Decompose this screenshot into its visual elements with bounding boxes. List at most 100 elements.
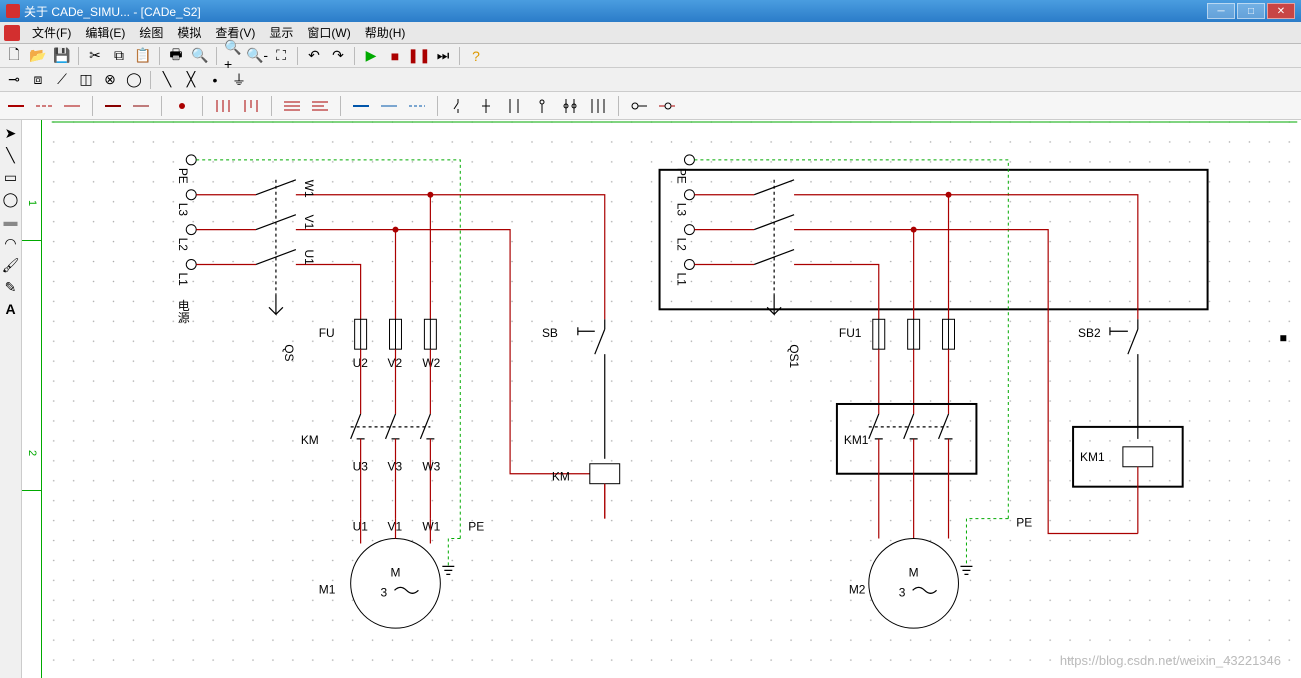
toolbar-symbols xyxy=(0,92,1301,120)
sym-line-dark-icon[interactable] xyxy=(101,95,125,117)
sym-contact4-icon[interactable] xyxy=(530,95,554,117)
title-bar: 关于 CADe_SIMU... - [CADe_S2] ─ □ ✕ xyxy=(0,0,1301,22)
comp-lamp-icon[interactable]: ⊗ xyxy=(100,70,120,90)
comp-ground-icon[interactable]: ⏚ xyxy=(229,70,249,90)
line-tool[interactable]: ╲ xyxy=(2,146,20,164)
sym-contact2-icon[interactable] xyxy=(474,95,498,117)
menu-sim[interactable]: 模拟 xyxy=(171,22,207,43)
sym-hlines1-icon[interactable] xyxy=(280,95,304,117)
menu-file[interactable]: 文件(F) xyxy=(26,22,77,43)
window-title: 关于 CADe_SIMU... - [CADe_S2] xyxy=(24,3,1207,20)
run-button[interactable]: ▶ xyxy=(361,46,381,66)
svg-text:KM1: KM1 xyxy=(844,433,869,447)
sym-line-red3-icon[interactable] xyxy=(60,95,84,117)
sym-contact1-icon[interactable] xyxy=(446,95,470,117)
preview-button[interactable]: 🔍 xyxy=(190,46,210,66)
svg-text:KM: KM xyxy=(301,433,319,447)
save-button[interactable]: 💾 xyxy=(52,46,72,66)
svg-text:QS: QS xyxy=(282,344,296,361)
svg-text:M2: M2 xyxy=(849,582,866,596)
sym-term1-icon[interactable] xyxy=(627,95,651,117)
svg-text:FU1: FU1 xyxy=(839,326,862,340)
text-tool[interactable]: A xyxy=(2,300,20,318)
step-button[interactable]: ⏭ xyxy=(433,46,453,66)
sym-line-red2-icon[interactable] xyxy=(32,95,56,117)
sym-contact6-icon[interactable] xyxy=(586,95,610,117)
selection-handle[interactable] xyxy=(1280,335,1286,341)
minimize-button[interactable]: ─ xyxy=(1207,3,1235,19)
svg-text:W1: W1 xyxy=(422,520,440,534)
undo-button[interactable]: ↶ xyxy=(304,46,324,66)
svg-text:PE: PE xyxy=(468,520,484,534)
cut-button[interactable]: ✂ xyxy=(85,46,105,66)
open-button[interactable]: 📂 xyxy=(28,46,48,66)
sym-hlines2-icon[interactable] xyxy=(308,95,332,117)
comp-wire2-icon[interactable]: ╳ xyxy=(181,70,201,90)
circle-tool[interactable]: ◯ xyxy=(2,190,20,208)
svg-text:KM: KM xyxy=(552,470,570,484)
redo-button[interactable]: ↷ xyxy=(328,46,348,66)
menu-display[interactable]: 显示 xyxy=(263,22,299,43)
sym-line-red-icon[interactable] xyxy=(4,95,28,117)
sym-contact3-icon[interactable] xyxy=(502,95,526,117)
svg-text:PE: PE xyxy=(1016,516,1032,530)
svg-text:SB: SB xyxy=(542,326,558,340)
sym-term2-icon[interactable] xyxy=(655,95,679,117)
svg-text:3: 3 xyxy=(381,585,388,599)
zoom-fit-button[interactable]: ⛶ xyxy=(271,46,291,66)
paint-tool[interactable]: 🖌 xyxy=(2,256,20,274)
svg-text:PE: PE xyxy=(176,168,190,184)
svg-text:电源: 电源 xyxy=(176,299,190,324)
comp-supply-icon[interactable]: ⊸ xyxy=(4,70,24,90)
help-button[interactable]: ? xyxy=(466,46,486,66)
menu-window[interactable]: 窗口(W) xyxy=(301,22,356,43)
new-button[interactable]: 🗋 xyxy=(4,46,24,66)
close-button[interactable]: ✕ xyxy=(1267,3,1295,19)
sym-contact5-icon[interactable] xyxy=(558,95,582,117)
menu-bar: 文件(F) 编辑(E) 绘图 模拟 查看(V) 显示 窗口(W) 帮助(H) xyxy=(0,22,1301,44)
zoom-in-button[interactable]: 🔍+ xyxy=(223,46,243,66)
copy-button[interactable]: ⧉ xyxy=(109,46,129,66)
svg-text:L1: L1 xyxy=(674,272,688,286)
edit-tool[interactable]: ✎ xyxy=(2,278,20,296)
fuses-left xyxy=(355,319,437,349)
svg-text:L2: L2 xyxy=(176,238,190,252)
pause-button[interactable]: ❚❚ xyxy=(409,46,429,66)
sym-3phase2-icon[interactable] xyxy=(239,95,263,117)
svg-text:W2: W2 xyxy=(422,356,440,370)
menu-edit[interactable]: 编辑(E) xyxy=(79,22,131,43)
svg-text:L2: L2 xyxy=(674,238,688,252)
pointer-tool[interactable]: ➤ xyxy=(2,124,20,142)
comp-coil-icon[interactable]: ◫ xyxy=(76,70,96,90)
comp-switch-icon[interactable]: ⟋ xyxy=(52,70,72,90)
left-toolbox: ➤ ╲ ▭ ◯ ▬ ◠ 🖌 ✎ A xyxy=(0,120,22,678)
comp-fuse-icon[interactable]: ⧈ xyxy=(28,70,48,90)
canvas[interactable]: 1 2 PE L3 L2 xyxy=(22,120,1301,678)
svg-text:PE: PE xyxy=(674,168,688,184)
arc-tool[interactable]: ◠ xyxy=(2,234,20,252)
menu-draw[interactable]: 绘图 xyxy=(133,22,169,43)
comp-motor-icon[interactable]: ◯ xyxy=(124,70,144,90)
sym-line-dark2-icon[interactable] xyxy=(129,95,153,117)
stop-button[interactable]: ■ xyxy=(385,46,405,66)
toolbar-standard: 🗋 📂 💾 ✂ ⧉ 📋 🖶 🔍 🔍+ 🔍- ⛶ ↶ ↷ ▶ ■ ❚❚ ⏭ ? xyxy=(0,44,1301,68)
svg-text:FU: FU xyxy=(319,326,335,340)
sym-blue3-icon[interactable] xyxy=(405,95,429,117)
ruler-mark-2: 2 xyxy=(26,450,38,456)
zoom-out-button[interactable]: 🔍- xyxy=(247,46,267,66)
maximize-button[interactable]: □ xyxy=(1237,3,1265,19)
sym-blue2-icon[interactable] xyxy=(377,95,401,117)
print-button[interactable]: 🖶 xyxy=(166,46,186,66)
sym-node-icon[interactable] xyxy=(170,95,194,117)
rect-tool[interactable]: ▭ xyxy=(2,168,20,186)
drawing-surface[interactable]: PE L3 L2 L1 电源 xyxy=(48,120,1301,678)
sym-blue1-icon[interactable] xyxy=(349,95,373,117)
svg-text:L1: L1 xyxy=(176,272,190,286)
paste-button[interactable]: 📋 xyxy=(133,46,153,66)
comp-node-icon[interactable]: • xyxy=(205,70,225,90)
svg-text:QS1: QS1 xyxy=(787,344,801,368)
comp-wire-icon[interactable]: ╲ xyxy=(157,70,177,90)
menu-help[interactable]: 帮助(H) xyxy=(359,22,412,43)
fillrect-tool[interactable]: ▬ xyxy=(2,212,20,230)
sym-3phase1-icon[interactable] xyxy=(211,95,235,117)
